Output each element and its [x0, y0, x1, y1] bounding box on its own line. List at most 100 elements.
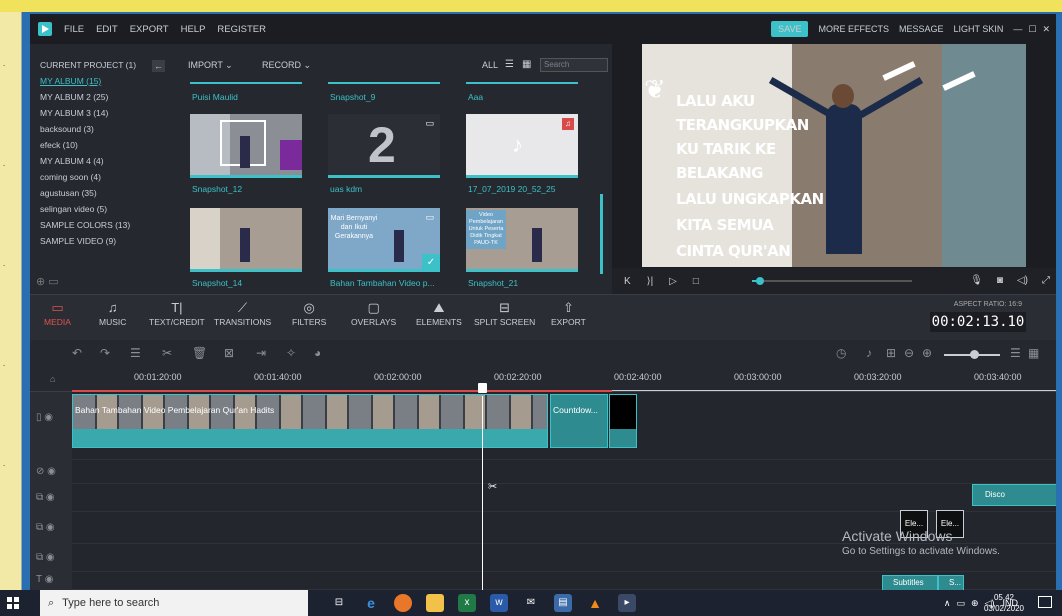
link-track-icon[interactable]: ⊘ ◉	[36, 466, 56, 477]
media-clip-label[interactable]: 17_07_2019 20_52_25	[468, 184, 555, 194]
add-folder-icon[interactable]: ⊕ ▭	[36, 275, 59, 288]
notifications-icon[interactable]	[1038, 596, 1052, 608]
media-thumbnail[interactable]: 2 ▭	[328, 114, 440, 178]
menu-file[interactable]: FILE	[64, 24, 84, 35]
save-button[interactable]: SAVE	[771, 21, 809, 37]
media-thumbnail[interactable]: ♪ ♫	[466, 114, 578, 178]
record-dropdown[interactable]: RECORD ⌄	[262, 60, 311, 71]
network-app-icon[interactable]: ▤	[554, 594, 572, 612]
tool-filters[interactable]: ◎ FILTERS	[292, 299, 326, 327]
tool-export[interactable]: ⇧ EXPORT	[551, 299, 586, 327]
file-explorer-icon[interactable]	[426, 594, 444, 612]
tool-overlays[interactable]: ▢ OVERLAYS	[351, 299, 396, 327]
tool-media[interactable]: ▭ MEDIA	[44, 299, 71, 327]
scissors-icon[interactable]: ✂	[488, 480, 497, 493]
media-clip-label[interactable]: Puisi Maulid	[192, 92, 238, 102]
playhead-handle[interactable]	[478, 383, 487, 393]
album-item[interactable]: MY ALBUM 2 (25)	[40, 92, 108, 102]
black-clip[interactable]	[609, 394, 637, 448]
edge-browser-icon[interactable]: e	[362, 594, 380, 612]
skip-back-icon[interactable]: K	[624, 276, 631, 287]
word-icon[interactable]: w	[490, 594, 508, 612]
media-search-input[interactable]: Search	[540, 58, 608, 72]
album-item[interactable]: agustusan (35)	[40, 188, 97, 198]
render-icon[interactable]: ◷	[836, 346, 846, 360]
zoom-in-icon[interactable]: ⊕	[922, 346, 932, 360]
message-button[interactable]: MESSAGE	[899, 24, 944, 34]
delete-icon[interactable]: 🗑	[192, 346, 207, 360]
media-thumbnail[interactable]: Mari Bernyanyi dan Ikuti Gerakannya ▭ ✓	[328, 208, 440, 272]
countdown-clip[interactable]: Countdow...	[550, 394, 608, 448]
color-palette-icon[interactable]: ◕	[314, 346, 321, 360]
volume-icon[interactable]: ◁)	[1017, 275, 1028, 286]
import-dropdown[interactable]: IMPORT ⌄	[188, 60, 233, 71]
system-clock[interactable]: 05.42 03/02/2020	[984, 592, 1024, 614]
redo-icon[interactable]: ↷	[100, 346, 110, 360]
media-clip-label[interactable]: uas kdm	[330, 184, 362, 194]
camera-icon[interactable]: ◙	[997, 275, 1003, 286]
audio-track[interactable]	[72, 460, 1056, 484]
aspect-ratio-label[interactable]: ASPECT RATIO: 16:9	[954, 301, 1022, 308]
battery-icon[interactable]: ▭	[957, 598, 966, 609]
maximize-button[interactable]: ☐	[1028, 24, 1036, 35]
album-item[interactable]: SAMPLE COLORS (13)	[40, 220, 130, 230]
timeline-ruler[interactable]: ⌂ 00:01:20:00 00:01:40:00 00:02:00:00 00…	[30, 368, 1056, 392]
microphone-icon[interactable]: 🎙	[970, 275, 983, 286]
fullscreen-icon[interactable]: ⤢	[1042, 275, 1050, 286]
excel-icon[interactable]: x	[458, 594, 476, 612]
filter-all-dropdown[interactable]: ALL	[482, 60, 498, 70]
mail-icon[interactable]: ✉	[522, 594, 540, 612]
step-forward-icon[interactable]: ⟩|	[647, 276, 654, 287]
media-clip-label[interactable]: Bahan Tambahan Video p...	[330, 278, 435, 288]
pip-track[interactable]	[72, 484, 1056, 512]
album-item[interactable]: MY ALBUM (15)	[40, 76, 101, 86]
album-item[interactable]: MY ALBUM 4 (4)	[40, 156, 104, 166]
media-clip-label[interactable]: Snapshot_14	[192, 278, 242, 288]
filmora-taskbar-icon[interactable]: ▸	[618, 594, 636, 612]
video-clip[interactable]: Bahan Tambahan Video Pembelajaran Qur'an…	[72, 394, 548, 448]
grid-view-icon[interactable]: ▦	[522, 59, 531, 70]
play-icon[interactable]: ▷	[669, 276, 677, 287]
video-track[interactable]: Bahan Tambahan Video Pembelajaran Qur'an…	[72, 392, 1056, 460]
album-item[interactable]: coming soon (4)	[40, 172, 101, 182]
ruler-home-icon[interactable]: ⌂	[50, 374, 55, 384]
media-clip-label[interactable]: Snapshot_21	[468, 278, 518, 288]
album-item[interactable]: MY ALBUM 3 (14)	[40, 108, 108, 118]
task-view-icon[interactable]: ⊟	[330, 594, 348, 612]
pip-track-icon[interactable]: ⧉ ◉	[36, 522, 55, 533]
media-thumbnail[interactable]: Video Pembelajaran Untuk Peserta Didik T…	[466, 208, 578, 272]
tool-elements[interactable]: ⛰ ELEMENTS	[416, 299, 462, 327]
tool-text-credit[interactable]: T| TEXT/CREDIT	[149, 299, 205, 327]
media-thumbnail[interactable]	[190, 114, 302, 178]
menu-register[interactable]: REGISTER	[217, 24, 266, 35]
undo-icon[interactable]: ↶	[72, 346, 82, 360]
network-icon[interactable]: ⊕	[971, 598, 979, 609]
media-thumbnail[interactable]	[190, 208, 302, 272]
vlc-icon[interactable]: ▲	[586, 594, 604, 612]
light-skin-button[interactable]: LIGHT SKIN	[954, 24, 1004, 34]
firefox-icon[interactable]	[394, 594, 412, 612]
settings-sliders-icon[interactable]: ☰	[130, 346, 141, 360]
magic-icon[interactable]: ✧	[286, 346, 296, 360]
tool-music[interactable]: ♫ MUSIC	[99, 299, 126, 327]
close-button[interactable]: ✕	[1042, 24, 1050, 35]
playback-slider-knob[interactable]	[756, 277, 764, 285]
media-scrollbar[interactable]	[600, 194, 603, 274]
album-item[interactable]: selingan video (5)	[40, 204, 107, 214]
menu-edit[interactable]: EDIT	[96, 24, 118, 35]
playhead[interactable]	[482, 396, 483, 590]
disco-effect-clip[interactable]: Disco	[972, 484, 1056, 506]
show-hidden-icons-icon[interactable]: ∧	[944, 598, 951, 609]
album-item[interactable]: backsound (3)	[40, 124, 94, 134]
menu-help[interactable]: HELP	[181, 24, 206, 35]
tracks-menu-icon[interactable]: ☰	[1010, 346, 1021, 360]
tool-transitions[interactable]: ⟋ TRANSITIONS	[214, 299, 271, 327]
album-item[interactable]: efeck (10)	[40, 140, 78, 150]
collapse-sidebar-icon[interactable]: ←	[152, 60, 165, 72]
layout-grid-icon[interactable]: ▦	[1028, 346, 1039, 360]
zoom-slider-knob[interactable]	[970, 350, 979, 359]
video-track-icon[interactable]: ▯ ◉	[36, 412, 53, 423]
snap-icon[interactable]: ⊞	[886, 346, 896, 360]
taskbar-search[interactable]: ⌕ Type here to search	[40, 590, 308, 616]
zoom-out-icon[interactable]: ⊖	[904, 346, 914, 360]
